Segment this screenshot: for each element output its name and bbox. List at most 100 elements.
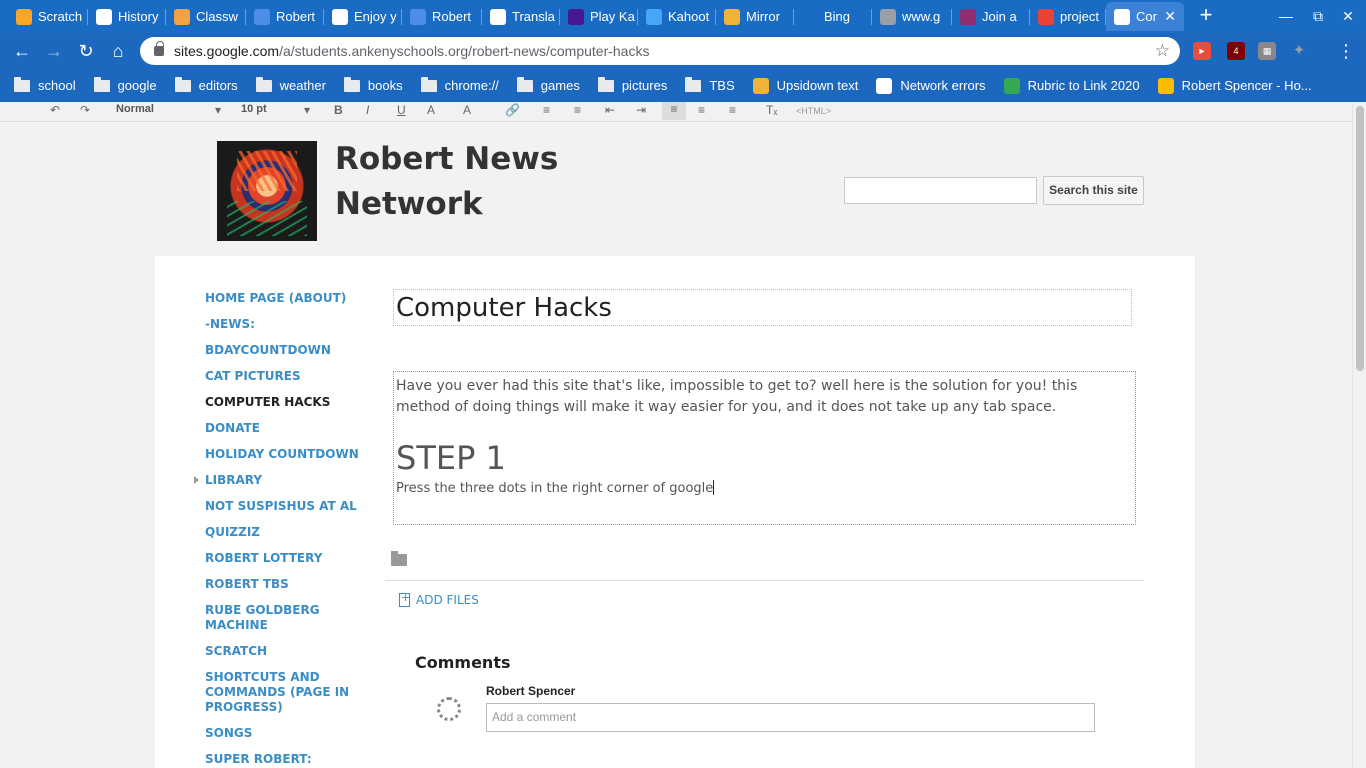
address-bar[interactable]: sites.google.com/a/students.ankenyschool… <box>140 37 1180 65</box>
bookmark-8[interactable]: TBS <box>685 76 735 93</box>
sidebar-item-5[interactable]: DONATE <box>205 421 365 436</box>
bookmark-2[interactable]: editors <box>174 76 238 93</box>
sidebar-item-6[interactable]: HOLIDAY COUNTDOWN <box>205 447 365 462</box>
italic-icon[interactable]: I <box>366 103 369 117</box>
extension-screencast-icon[interactable]: ► <box>1193 42 1211 60</box>
text-cursor <box>713 480 715 495</box>
outdent-icon[interactable]: ⇤ <box>605 103 615 117</box>
sidebar-item-13[interactable]: SCRATCH <box>205 644 365 659</box>
tab-9[interactable]: Mirror <box>716 2 794 31</box>
tab-12[interactable]: Join a <box>952 2 1030 31</box>
font-size-select[interactable]: 10 pt <box>241 103 267 115</box>
style-dropdown-icon[interactable]: ▾ <box>215 103 221 117</box>
highlight-color-icon[interactable]: A <box>463 103 471 117</box>
tab-13[interactable]: project <box>1030 2 1106 31</box>
indent-icon[interactable]: ⇥ <box>636 103 646 117</box>
extension-bird-icon[interactable]: ✦ <box>1290 42 1308 60</box>
paragraph-style-select[interactable]: Normal <box>116 103 154 115</box>
sidebar-item-9[interactable]: QUIZZIZ <box>205 525 365 540</box>
underline-icon[interactable]: U <box>397 103 406 117</box>
reload-icon[interactable]: ↻ <box>74 39 98 63</box>
sidebar-item-1[interactable]: -NEWS: <box>205 317 365 332</box>
tab-4[interactable]: Enjoy y <box>324 2 402 31</box>
sidebar-item-3[interactable]: CAT PICTURES <box>205 369 365 384</box>
chrome-menu-icon[interactable]: ⋮ <box>1334 39 1358 63</box>
align-center-icon[interactable]: ≡ <box>698 103 705 117</box>
site-title[interactable]: Robert News Network <box>335 137 635 227</box>
bookmark-7[interactable]: pictures <box>597 76 667 93</box>
tab-label: Mirror <box>746 9 780 24</box>
tab-2[interactable]: Classw <box>166 2 246 31</box>
sidebar-item-15[interactable]: SONGS <box>205 726 365 741</box>
scratch-icon <box>16 8 32 25</box>
step-text: Press the three dots in the right corner… <box>396 481 714 496</box>
bookmark-11[interactable]: Rubric to Link 2020 <box>1003 77 1140 94</box>
numbered-list-icon[interactable]: ≡ <box>543 103 550 117</box>
bookmark-1[interactable]: google <box>93 76 157 93</box>
tab-11[interactable]: www.g <box>872 2 952 31</box>
sidebar-item-12[interactable]: RUBE GOLDBERG MACHINE <box>205 603 365 633</box>
align-right-icon[interactable]: ≡ <box>729 103 736 117</box>
page-scrollbar[interactable] <box>1352 102 1366 768</box>
bookmark-star-icon[interactable]: ☆ <box>1155 41 1170 61</box>
close-window-icon[interactable]: ✕ <box>1338 6 1358 26</box>
size-dropdown-icon[interactable]: ▾ <box>304 103 310 117</box>
comment-author: Robert Spencer <box>486 684 576 698</box>
home-icon[interactable]: ⌂ <box>106 39 130 63</box>
undo-icon[interactable]: ↶ <box>50 103 60 117</box>
page-body-editor[interactable]: Have you ever had this site that's like,… <box>393 371 1136 525</box>
tab-6[interactable]: Transla <box>482 2 560 31</box>
tab-1[interactable]: History <box>88 2 166 31</box>
minimize-icon[interactable]: — <box>1276 6 1296 26</box>
search-site-button[interactable]: Search this site <box>1043 176 1144 205</box>
html-button[interactable]: <HTML> <box>796 106 831 116</box>
link-icon[interactable]: 🔗 <box>505 103 520 117</box>
tab-7[interactable]: Play Ka <box>560 2 638 31</box>
bookmark-3[interactable]: weather <box>255 76 326 93</box>
sidebar-item-8[interactable]: NOT SUSPISHUS AT AL <box>205 499 365 514</box>
scrollbar-thumb[interactable] <box>1356 106 1364 371</box>
redo-icon[interactable]: ↷ <box>80 103 90 117</box>
tab-5[interactable]: Robert <box>402 2 482 31</box>
ublock-icon[interactable]: 4 <box>1227 42 1245 60</box>
expand-arrow-icon[interactable] <box>194 476 199 484</box>
align-left-icon[interactable]: ≡ <box>662 102 686 120</box>
back-icon[interactable]: ← <box>10 39 34 63</box>
qr-code-icon[interactable]: ▦ <box>1258 42 1276 60</box>
sidebar-item-0[interactable]: HOME PAGE (ABOUT) <box>205 291 365 306</box>
clear-formatting-icon[interactable]: Tₓ <box>766 103 777 117</box>
tab-8[interactable]: Kahoot <box>638 2 716 31</box>
bulleted-list-icon[interactable]: ≡ <box>574 103 581 117</box>
bookmark-9[interactable]: Upsidown text <box>752 77 858 94</box>
sidebar-item-4[interactable]: COMPUTER HACKS <box>205 395 365 410</box>
url-text: sites.google.com/a/students.ankenyschool… <box>174 43 649 59</box>
page-title[interactable]: Computer Hacks <box>393 289 1132 326</box>
forward-icon[interactable]: → <box>42 39 66 63</box>
sidebar-item-16[interactable]: SUPER ROBERT: <box>205 752 365 767</box>
sidebar-item-14[interactable]: SHORTCUTS AND COMMANDS (PAGE IN PROGRESS… <box>205 670 365 715</box>
tab-3[interactable]: Robert <box>246 2 324 31</box>
folder-icon <box>174 76 191 92</box>
sidebar-item-10[interactable]: ROBERT LOTTERY <box>205 551 365 566</box>
bookmark-6[interactable]: games <box>516 76 580 93</box>
new-tab-button[interactable]: + <box>1194 4 1218 28</box>
tab-0[interactable]: Scratch <box>8 2 88 31</box>
site-search-input[interactable] <box>844 177 1037 204</box>
bold-icon[interactable]: B <box>334 103 343 117</box>
bookmark-0[interactable]: school <box>14 76 76 93</box>
sidebar-item-11[interactable]: ROBERT TBS <box>205 577 365 592</box>
sidebar-item-7[interactable]: LIBRARY <box>194 473 365 488</box>
tab-10[interactable]: Bing <box>794 2 872 31</box>
sidebar-item-2[interactable]: BDAYCOUNTDOWN <box>205 343 365 358</box>
bookmark-5[interactable]: chrome:// <box>420 76 499 93</box>
tab-14[interactable]: Cor ✕ <box>1106 2 1184 31</box>
site-logo[interactable] <box>217 141 317 241</box>
close-tab-icon[interactable]: ✕ <box>1158 8 1176 25</box>
add-comment-input[interactable]: Add a comment <box>486 703 1095 732</box>
maximize-icon[interactable]: ⧉ <box>1308 6 1328 26</box>
bookmark-4[interactable]: books <box>343 76 403 93</box>
add-files-link[interactable]: ADD FILES <box>399 591 479 607</box>
bookmark-10[interactable]: Network errors <box>876 77 986 94</box>
text-color-icon[interactable]: A <box>427 103 435 117</box>
bookmark-12[interactable]: Robert Spencer - Ho... <box>1157 77 1312 94</box>
